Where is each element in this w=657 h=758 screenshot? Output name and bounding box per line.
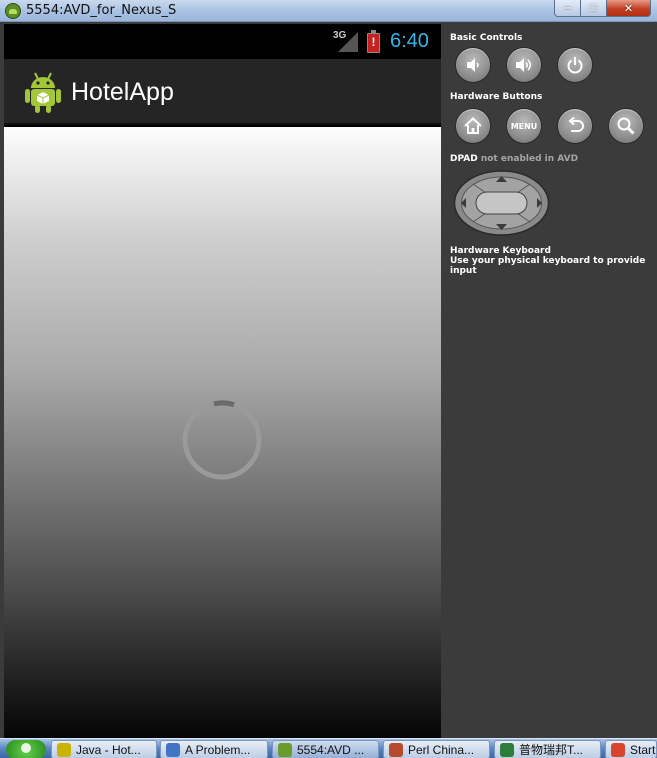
taskbar-item-label: Start [630, 743, 656, 757]
dpad-title: DPAD [450, 154, 478, 164]
volume-up-icon [516, 58, 531, 72]
taskbar-item-label: 普物瑞邦T... [519, 743, 584, 757]
home-button[interactable] [455, 108, 491, 144]
power-button[interactable] [557, 47, 593, 83]
maximize-glyph: □ [590, 2, 597, 14]
signal-strength-icon [338, 32, 358, 52]
action-bar: HotelApp [4, 59, 441, 125]
menu-button[interactable]: MENU [506, 108, 542, 144]
app-content-area[interactable] [4, 127, 441, 738]
hardware-keyboard-note: Use your physical keyboard to provide in… [450, 256, 646, 276]
window-controls: – □ ✕ [554, 0, 651, 18]
android-emulator-icon [5, 3, 21, 19]
minimize-button[interactable]: – [554, 0, 581, 17]
hardware-keyboard-label: Hardware Keyboard [450, 246, 551, 256]
window-title: 5554:AVD_for_Nexus_S [26, 3, 177, 18]
app-title: HotelApp [71, 78, 174, 106]
dpad-label: DPAD not enabled in AVD [450, 154, 578, 164]
home-icon [464, 117, 482, 134]
search-button[interactable] [608, 108, 644, 144]
taskbar-item-avd[interactable]: 5554:AVD ... [272, 740, 379, 758]
hardware-buttons-label: Hardware Buttons [450, 92, 543, 102]
android-emulator-icon [278, 743, 292, 757]
taskbar-item-label: Perl China... [408, 743, 475, 757]
progress-spinner-icon [182, 400, 262, 480]
status-bar: 3G ! 6:40 [4, 24, 441, 59]
taskbar-item-chinese[interactable]: 普物瑞邦T... [494, 740, 601, 758]
status-clock: 6:40 [390, 30, 429, 52]
emulator-controls-panel: Basic Controls Hardware Buttons MENU DPA… [441, 24, 654, 738]
eclipse-icon [57, 743, 71, 757]
battery-warning-mark: ! [371, 35, 376, 49]
taskbar-item-label: 5554:AVD ... [297, 743, 365, 757]
window-titlebar: 5554:AVD_for_Nexus_S – □ ✕ [0, 0, 657, 22]
menu-button-label: MENU [510, 121, 538, 131]
back-icon [568, 116, 584, 132]
maximize-button[interactable]: □ [581, 0, 607, 17]
android-robot-icon[interactable] [24, 70, 62, 114]
basic-controls-label: Basic Controls [450, 33, 523, 43]
app-grid-icon [500, 743, 514, 757]
document-icon [166, 743, 180, 757]
taskbar-item-label: Java - Hot... [76, 743, 141, 757]
volume-up-button[interactable] [506, 47, 542, 83]
taskbar-item-label: A Problem... [185, 743, 251, 757]
close-glyph: ✕ [623, 2, 634, 15]
os-taskbar: Java - Hot... A Problem... 5554:AVD ... … [0, 738, 657, 758]
dpad-control[interactable] [453, 170, 550, 236]
power-icon [567, 57, 583, 74]
chat-icon [389, 743, 403, 757]
volume-down-icon [467, 58, 479, 72]
dpad-note: not enabled in AVD [480, 154, 579, 164]
taskbar-item-perl[interactable]: Perl China... [383, 740, 490, 758]
windows-orb-icon [21, 743, 31, 753]
taskbar-item-java[interactable]: Java - Hot... [51, 740, 157, 758]
minimize-glyph: – [564, 2, 571, 14]
device-screen[interactable]: 3G ! 6:40 HotelApp [4, 24, 441, 738]
back-button[interactable] [557, 108, 593, 144]
taskbar-item-start[interactable]: Start [605, 740, 657, 758]
close-button[interactable]: ✕ [607, 0, 651, 17]
battery-low-icon: ! [367, 30, 380, 53]
volume-down-button[interactable] [455, 47, 491, 83]
search-icon [617, 117, 635, 135]
windows-logo-icon [611, 743, 625, 757]
start-button[interactable] [6, 740, 46, 758]
taskbar-item-problem[interactable]: A Problem... [160, 740, 268, 758]
